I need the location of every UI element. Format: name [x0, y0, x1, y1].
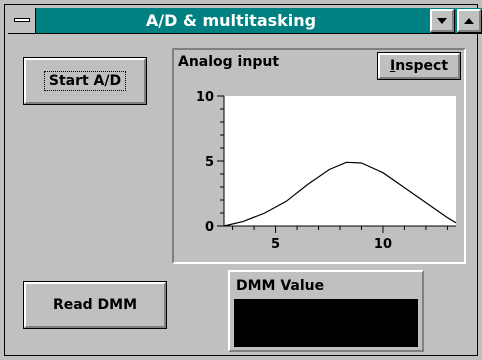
system-menu-icon	[14, 18, 30, 22]
window-title: A/D & multitasking	[145, 11, 317, 30]
app-window: A/D & multitasking Start A/D Read DMM An…	[0, 0, 482, 360]
dmm-label: DMM Value	[236, 278, 325, 294]
x-tick-label: 10	[374, 237, 392, 252]
analog-input-panel: Analog input Inspect 0 5 10 5 10	[172, 48, 466, 264]
plot-area	[224, 96, 456, 226]
y-tick-label: 10	[196, 90, 214, 105]
x-tick-label: 5	[271, 237, 280, 252]
minimize-button[interactable]	[430, 9, 454, 32]
maximize-arrow-icon	[464, 17, 474, 24]
read-dmm-button[interactable]: Read DMM	[24, 282, 166, 328]
dmm-panel: DMM Value	[228, 270, 424, 352]
y-tick-label: 0	[205, 220, 214, 235]
system-menu-button[interactable]	[8, 8, 36, 33]
maximize-button[interactable]	[457, 9, 481, 32]
title-bar[interactable]: A/D & multitasking	[8, 8, 482, 34]
read-dmm-label: Read DMM	[52, 297, 138, 313]
start-ad-label: Start A/D	[43, 71, 127, 91]
minimize-arrow-icon	[437, 17, 447, 24]
analog-input-chart: 0 5 10 5 10	[196, 90, 457, 252]
dmm-display	[234, 299, 418, 347]
y-tick-label: 5	[205, 155, 214, 170]
start-ad-button[interactable]: Start A/D	[24, 58, 146, 104]
